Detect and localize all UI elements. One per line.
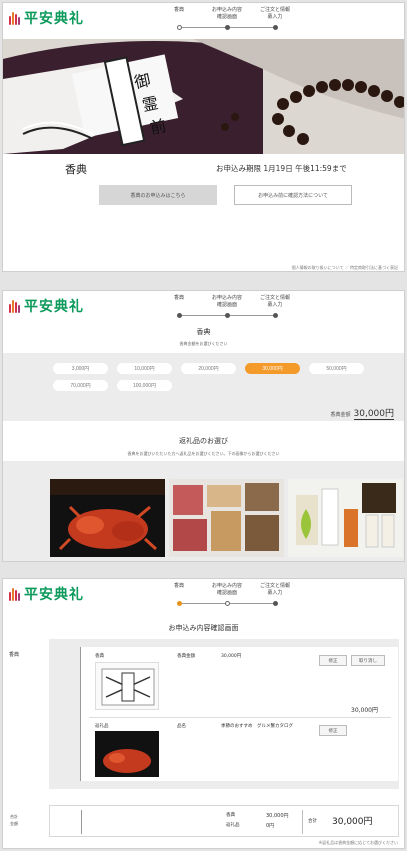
confirm-panel: 平安典礼 香典 お申込み内容 確認画面 ご注文と情報 募入力 お申込み内容確認画… [2, 578, 405, 849]
amount-option[interactable]: 3,000円 [53, 363, 108, 374]
divider [81, 810, 82, 834]
summary-label-2: 返礼品 [226, 823, 240, 828]
total-label: 香典金額 [330, 412, 351, 418]
brand-name: 平安典礼 [24, 299, 84, 315]
brand-logo-icon [9, 11, 21, 25]
section-subtitle: 香典金額をお選びください [179, 341, 228, 346]
section-title: 香典 [196, 328, 211, 336]
step-dot-1 [177, 25, 182, 30]
brand-logo[interactable]: 平安典礼 [9, 9, 84, 27]
step-label-1: 香典 [173, 7, 184, 13]
gift-gallery [3, 461, 404, 561]
amount-option[interactable]: 100,000円 [117, 380, 172, 391]
gift-crab-catalog[interactable] [50, 479, 165, 557]
gifts-title: 返礼品のお選び [179, 437, 228, 445]
item1-delete-button[interactable]: 取り消し [351, 655, 385, 666]
amount-option[interactable]: 10,000円 [117, 363, 172, 374]
step-dot-1 [177, 313, 182, 318]
step-label-3: ご注文と情報 募入力 [259, 7, 290, 20]
step-label-2: お申込み内容 確認画面 [211, 295, 242, 308]
amount-option[interactable]: 20,000円 [181, 363, 236, 374]
item2-desc: 季節のおすすめ グルメ蟹カタログ [221, 724, 293, 729]
amount-option[interactable]: 50,000円 [309, 363, 364, 374]
grand-total-value: 30,000円 [332, 817, 373, 827]
order-items: 香典 香典金額 30,000円 修正 取り消し 30,000円 返礼品 品名 季… [80, 647, 398, 781]
step-dot-2 [225, 25, 230, 30]
item2-name: 返礼品 [95, 724, 109, 729]
totals-bar: 合計 金額 香典 30,000円 返礼品 0円 合計 30,000円 [10, 805, 399, 837]
sum-label: 合計 金額 [10, 814, 18, 826]
koden-envelope-image [95, 662, 159, 710]
apply-button[interactable]: 香典のお申込みはこちら [99, 185, 217, 205]
divider [302, 810, 303, 834]
section-title: お申込み内容確認画面 [168, 624, 239, 632]
step-dot-3 [273, 313, 278, 318]
step-label-1: 香典 [173, 295, 184, 301]
subtotal-value: 30,000円 [351, 707, 378, 714]
page-title: 香典 [65, 163, 87, 176]
item1-amount: 30,000円 [221, 654, 242, 659]
progress-stepper: 香典 お申込み内容 確認画面 ご注文と情報 募入力 [161, 293, 301, 329]
brand-name: 平安典礼 [24, 11, 84, 27]
koden-label: 香典 [9, 652, 20, 658]
summary-label-1: 香典 [226, 813, 235, 818]
footer-links[interactable]: 個人情報の取り扱いについて ／ 特定商取引法に基づく表記 [292, 265, 398, 271]
brand-logo[interactable]: 平安典礼 [9, 585, 84, 603]
step-dot-2 [225, 313, 230, 318]
step-label-3: ご注文と情報 募入力 [259, 295, 290, 308]
item1-edit-button[interactable]: 修正 [319, 655, 347, 666]
amount-option[interactable]: 70,000円 [53, 380, 108, 391]
progress-stepper: 香典 お申込み内容 確認画面 ご注文と情報 募入力 [161, 581, 301, 617]
step-label-2: お申込み内容 確認画面 [211, 7, 242, 20]
order-summary: 香典 香典 香典金額 30,000円 修正 取り消し 30,000円 返礼品 品… [9, 639, 399, 789]
total-amount: 香典金額 30,000円 [330, 406, 394, 420]
item1-name: 香典 [95, 654, 104, 659]
item2-label: 品名 [177, 724, 186, 729]
footer-note: ※返礼品は香典金額に応じてお選びください [318, 840, 398, 845]
step-label-2: お申込み内容 確認画面 [211, 583, 242, 596]
gift-seasoning-set[interactable] [288, 479, 403, 557]
hero-image: 御 霊 前 [3, 39, 404, 154]
brand-name: 平安典礼 [24, 587, 84, 603]
divider [89, 717, 391, 718]
step-label-3: ご注文と情報 募入力 [259, 583, 290, 596]
how-to-button[interactable]: お申込み前に確認方法について [234, 185, 352, 205]
progress-stepper: 香典 お申込み内容 確認画面 ご注文と情報 募入力 [161, 5, 301, 41]
item2-edit-button[interactable]: 修正 [319, 725, 347, 736]
brand-logo-icon [9, 587, 21, 601]
summary-value-1: 30,000円 [266, 813, 289, 819]
amount-select-panel: 平安典礼 香典 お申込み内容 確認画面 ご注文と情報 募入力 香典 香典金額をお… [2, 290, 405, 562]
step-dot-3 [273, 601, 278, 606]
step-dot-2 [225, 601, 230, 606]
amount-option-selected[interactable]: 30,000円 [245, 363, 300, 374]
item1-amount-label: 香典金額 [177, 654, 195, 659]
brand-logo[interactable]: 平安典礼 [9, 297, 84, 315]
step-dot-1 [177, 601, 182, 606]
total-value: 30,000円 [353, 409, 394, 420]
gift-meat-set[interactable] [169, 479, 284, 557]
gifts-subtitle: 香典をお選びいただいた方へ返礼品をお選びください。下の画像からお選びください [127, 451, 280, 456]
landing-panel: 平安典礼 香典 お申込み内容 確認画面 ご注文と情報 募入力 御 霊 前 香典 … [2, 2, 405, 272]
crab-gift-image [95, 731, 159, 777]
step-label-1: 香典 [173, 583, 184, 589]
summary-value-2: 0円 [266, 823, 275, 829]
brand-logo-icon [9, 299, 21, 313]
grand-total-label: 合計 [308, 819, 317, 824]
deadline-text: お申込み期限 1月19日 午後11:59まで [216, 164, 347, 173]
step-dot-3 [273, 25, 278, 30]
